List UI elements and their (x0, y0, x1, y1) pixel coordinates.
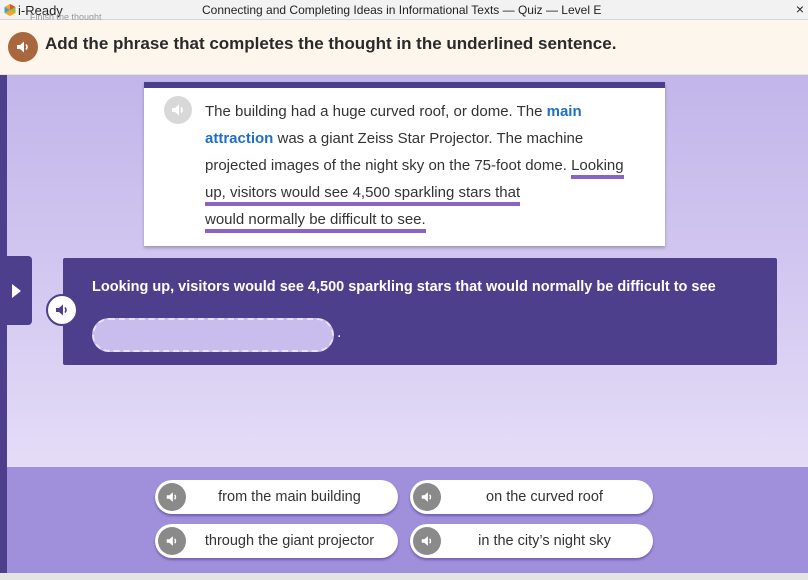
answer-speaker-button[interactable] (158, 527, 186, 555)
answer-chip-city-night-sky[interactable]: in the city’s night sky (410, 524, 653, 558)
underlined-sentence-part-2: would normally be difficult to see. (205, 211, 426, 233)
sentence-period: . (337, 324, 342, 341)
question-sentence: Looking up, visitors would see 4,500 spa… (92, 279, 716, 295)
prompt-speaker-button[interactable] (8, 32, 38, 62)
question-card: Looking up, visitors would see 4,500 spa… (46, 258, 777, 365)
question-speaker-button[interactable] (46, 294, 78, 326)
answer-speaker-button[interactable] (413, 527, 441, 555)
bottom-bar (0, 573, 808, 580)
speaker-icon (56, 304, 67, 316)
answer-chip-giant-projector[interactable]: through the giant projector (155, 524, 398, 558)
speaker-icon (421, 536, 432, 546)
chevron-right-icon (12, 283, 21, 298)
answer-speaker-button[interactable] (158, 483, 186, 511)
logo-mark-icon (4, 4, 16, 16)
answer-chip-label: on the curved roof (486, 489, 603, 505)
passage-speaker-button[interactable] (164, 96, 192, 124)
title-bar: i-Ready Finish the thought Connecting an… (0, 0, 808, 20)
answer-chip-curved-roof[interactable]: on the curved roof (410, 480, 653, 514)
passage-intro: The building had a huge curved roof, or … (205, 103, 547, 120)
prompt-banner: Add the phrase that completes the though… (0, 20, 808, 75)
prompt-text: Add the phrase that completes the though… (45, 34, 617, 53)
answer-speaker-button[interactable] (413, 483, 441, 511)
passage-card: The building had a huge curved roof, or … (144, 82, 665, 246)
speaker-icon (166, 536, 177, 546)
window-title: Connecting and Completing Ideas in Infor… (202, 3, 602, 17)
answer-chip-label: from the main building (218, 489, 361, 505)
speaker-icon (421, 492, 432, 502)
answer-chip-main-building[interactable]: from the main building (155, 480, 398, 514)
header-ghost-text: Finish the thought (30, 13, 102, 20)
speaker-icon (172, 104, 183, 116)
content-stage: The building had a huge curved roof, or … (0, 75, 808, 467)
answer-bank: from the main building on the curved roo… (7, 467, 808, 573)
answer-chip-label: through the giant projector (204, 533, 375, 549)
answer-chip-label: in the city’s night sky (478, 533, 611, 549)
passage-text: The building had a huge curved roof, or … (205, 98, 625, 233)
side-panel-toggle[interactable] (0, 256, 32, 325)
speaker-icon (17, 41, 28, 53)
close-button[interactable]: × (796, 1, 804, 17)
answer-drop-zone[interactable] (92, 318, 334, 352)
speaker-icon (166, 492, 177, 502)
